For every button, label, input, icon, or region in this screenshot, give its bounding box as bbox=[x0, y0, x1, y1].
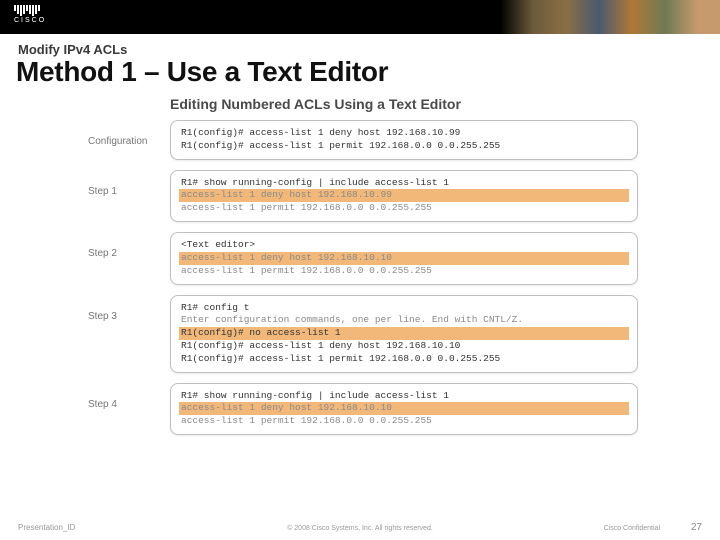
content-area: Editing Numbered ACLs Using a Text Edito… bbox=[88, 96, 638, 445]
code-line-highlight: R1(config)# no access-list 1 bbox=[179, 327, 629, 340]
code-line-highlight: access-list 1 deny host 192.168.10.10 bbox=[179, 252, 629, 265]
row-step4: Step 4 R1# show running-config | include… bbox=[88, 383, 638, 435]
code-line-highlight: access-list 1 deny host 192.168.10.10 bbox=[179, 402, 629, 415]
code-box: <Text editor> access-list 1 deny host 19… bbox=[170, 232, 638, 284]
logo-bars-icon bbox=[14, 5, 46, 16]
code-box: R1# show running-config | include access… bbox=[170, 170, 638, 222]
top-banner: CISCO bbox=[0, 0, 720, 34]
code-line: R1# config t bbox=[181, 302, 627, 315]
cisco-logo: CISCO bbox=[14, 5, 46, 24]
row-step2: Step 2 <Text editor> access-list 1 deny … bbox=[88, 232, 638, 284]
code-box: R1# show running-config | include access… bbox=[170, 383, 638, 435]
code-line: access-list 1 permit 192.168.0.0 0.0.255… bbox=[181, 415, 627, 428]
code-line: R1# show running-config | include access… bbox=[181, 177, 627, 190]
code-line: access-list 1 permit 192.168.0.0 0.0.255… bbox=[181, 202, 627, 215]
code-line: R1(config)# access-list 1 deny host 192.… bbox=[181, 127, 627, 140]
code-line: R1(config)# access-list 1 permit 192.168… bbox=[181, 353, 627, 366]
page-number: 27 bbox=[691, 522, 702, 533]
slide: CISCO Modify IPv4 ACLs Method 1 – Use a … bbox=[0, 0, 720, 540]
row-label: Step 4 bbox=[88, 383, 170, 410]
code-box: R1# config t Enter configuration command… bbox=[170, 295, 638, 373]
code-line-highlight: access-list 1 deny host 192.168.10.99 bbox=[179, 189, 629, 202]
page-title: Method 1 – Use a Text Editor bbox=[16, 56, 388, 88]
row-step3: Step 3 R1# config t Enter configuration … bbox=[88, 295, 638, 373]
row-step1: Step 1 R1# show running-config | include… bbox=[88, 170, 638, 222]
content-subtitle: Editing Numbered ACLs Using a Text Edito… bbox=[170, 96, 638, 112]
code-line: <Text editor> bbox=[181, 239, 627, 252]
banner-photo-strip bbox=[500, 0, 720, 34]
code-line: R1(config)# access-list 1 permit 192.168… bbox=[181, 140, 627, 153]
row-label: Step 2 bbox=[88, 232, 170, 259]
pretitle: Modify IPv4 ACLs bbox=[18, 42, 127, 57]
confidential-label: Cisco Confidential bbox=[604, 525, 660, 532]
row-label: Step 3 bbox=[88, 295, 170, 322]
code-box: R1(config)# access-list 1 deny host 192.… bbox=[170, 120, 638, 160]
code-line: access-list 1 permit 192.168.0.0 0.0.255… bbox=[181, 265, 627, 278]
code-line: R1(config)# access-list 1 deny host 192.… bbox=[181, 340, 627, 353]
row-label: Configuration bbox=[88, 120, 170, 147]
row-label: Step 1 bbox=[88, 170, 170, 197]
code-line: Enter configuration commands, one per li… bbox=[181, 314, 627, 327]
logo-text: CISCO bbox=[14, 17, 46, 24]
row-configuration: Configuration R1(config)# access-list 1 … bbox=[88, 120, 638, 160]
code-line: R1# show running-config | include access… bbox=[181, 390, 627, 403]
